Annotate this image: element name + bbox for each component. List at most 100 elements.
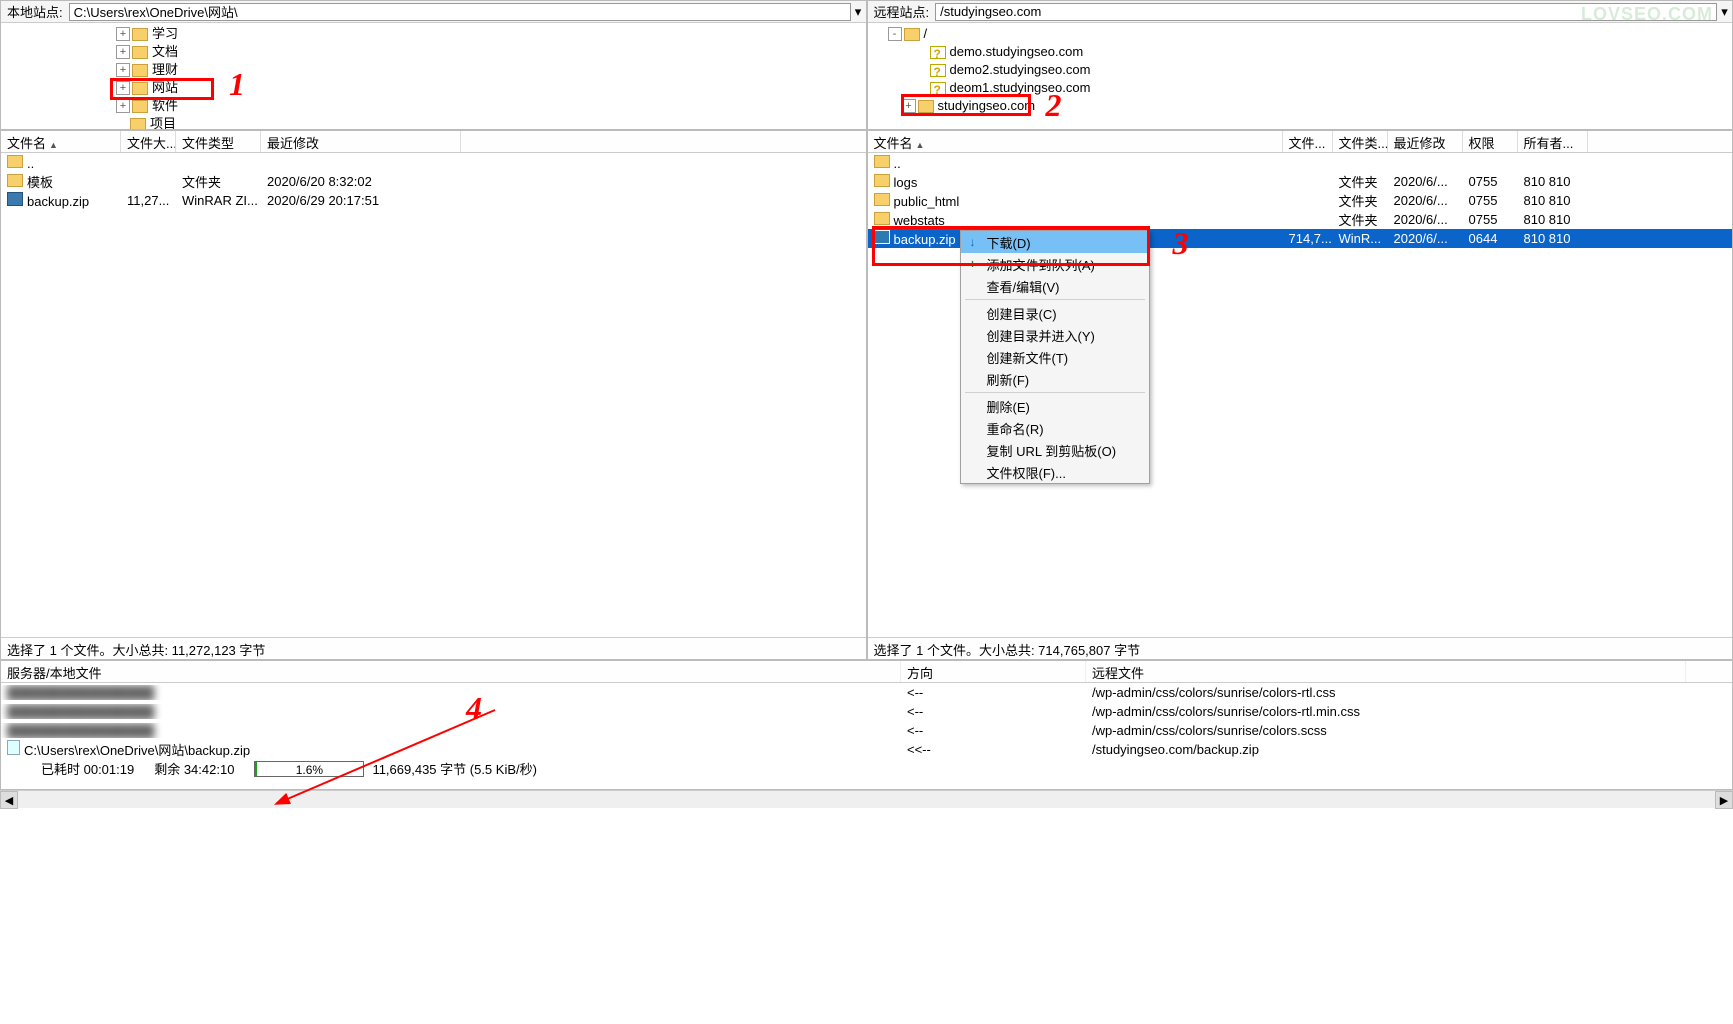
remaining-label: 剩余 34:42:10 xyxy=(154,759,234,778)
tree-item[interactable]: demo.studyingseo.com xyxy=(868,43,1733,61)
unknown-folder-icon xyxy=(930,46,946,59)
queue-remote-path: /wp-admin/css/colors/sunrise/colors-rtl.… xyxy=(1086,685,1686,700)
local-path-input[interactable] xyxy=(69,3,851,21)
col-owner[interactable]: 所有者... xyxy=(1518,131,1588,152)
tree-expander-icon[interactable]: + xyxy=(116,99,130,113)
annotation-box-3 xyxy=(872,226,1150,266)
tree-item[interactable]: +理财 xyxy=(1,61,866,79)
annotation-arrow-4 xyxy=(270,700,510,830)
col-name[interactable]: 文件名 xyxy=(874,136,913,151)
file-date: 2020/6/... xyxy=(1388,193,1463,208)
local-list-header[interactable]: 文件名▲ 文件大... 文件类型 最近修改 xyxy=(1,131,866,153)
col-perm[interactable]: 权限 xyxy=(1463,131,1518,152)
unknown-folder-icon xyxy=(930,64,946,77)
tree-expander-icon[interactable]: + xyxy=(116,63,130,77)
col-date[interactable]: 最近修改 xyxy=(261,131,461,152)
folder-icon xyxy=(7,174,23,187)
scroll-bar[interactable]: ◀ ▶ xyxy=(0,790,1733,808)
tree-expander-icon[interactable]: + xyxy=(116,27,130,41)
remote-list-header[interactable]: 文件名▲ 文件... 文件类... 最近修改 权限 所有者... xyxy=(868,131,1733,153)
queue-direction: <<-- xyxy=(901,742,1086,757)
progress-row: 已耗时 00:01:19 剩余 34:42:10 1.6% 11,669,435… xyxy=(1,759,1732,778)
menu-item[interactable]: 查看/编辑(V) xyxy=(961,275,1149,297)
file-name: .. xyxy=(894,156,901,171)
col-size[interactable]: 文件... xyxy=(1283,131,1333,152)
file-date: 2020/6/29 20:17:51 xyxy=(261,193,461,208)
menu-item-label: 文件权限(F)... xyxy=(987,463,1066,482)
local-tree[interactable]: +学习+文档+理财+网站+软件项目 xyxy=(1,23,866,129)
file-perm: 0644 xyxy=(1463,231,1518,246)
menu-item-label: 查看/编辑(V) xyxy=(987,277,1060,296)
tree-item-label: demo2.studyingseo.com xyxy=(950,61,1091,79)
col-type[interactable]: 文件类... xyxy=(1333,131,1388,152)
menu-item[interactable]: 刷新(F) xyxy=(961,368,1149,390)
watermark-text: LOVSEO.COM xyxy=(1581,4,1713,25)
file-name: 模板 xyxy=(27,175,53,190)
menu-item-label: 刷新(F) xyxy=(987,370,1030,389)
list-item[interactable]: logs 文件夹 2020/6/... 0755 810 810 xyxy=(868,172,1733,191)
queue-direction: <-- xyxy=(901,704,1086,719)
col-size[interactable]: 文件大... xyxy=(121,131,176,152)
col-date[interactable]: 最近修改 xyxy=(1388,131,1463,152)
queue-row[interactable]: ████████████████ <-- /wp-admin/css/color… xyxy=(1,702,1732,721)
folder-icon xyxy=(132,64,148,77)
tree-item[interactable]: 项目 xyxy=(1,115,866,129)
queue-row[interactable]: C:\Users\rex\OneDrive\网站\backup.zip <<--… xyxy=(1,740,1732,759)
file-date: 2020/6/... xyxy=(1388,174,1463,189)
list-item[interactable]: backup.zip 11,27... WinRAR ZI... 2020/6/… xyxy=(1,191,866,210)
queue-header[interactable]: 服务器/本地文件 方向 远程文件 xyxy=(1,661,1732,683)
list-item[interactable]: .. xyxy=(868,153,1733,172)
folder-icon xyxy=(132,46,148,59)
col-name[interactable]: 文件名 xyxy=(7,136,46,151)
folder-icon xyxy=(874,193,890,206)
scroll-right-icon[interactable]: ▶ xyxy=(1715,791,1733,809)
qcol-direction[interactable]: 方向 xyxy=(901,661,1086,682)
file-owner: 810 810 xyxy=(1518,174,1588,189)
queue-row[interactable]: ████████████████ <-- /wp-admin/css/color… xyxy=(1,721,1732,740)
list-item[interactable]: 模板 文件夹 2020/6/20 8:32:02 xyxy=(1,172,866,191)
file-size: 714,7... xyxy=(1283,231,1333,246)
menu-item-label: 重命名(R) xyxy=(987,419,1044,438)
tree-item[interactable]: demo2.studyingseo.com xyxy=(868,61,1733,79)
queue-row[interactable]: ████████████████ <-- /wp-admin/css/color… xyxy=(1,683,1732,702)
queue-direction: <-- xyxy=(901,723,1086,738)
file-date: 2020/6/20 8:32:02 xyxy=(261,174,461,189)
folder-icon xyxy=(132,28,148,41)
queue-direction: <-- xyxy=(901,685,1086,700)
tree-item[interactable]: +文档 xyxy=(1,43,866,61)
tree-item[interactable]: -/ xyxy=(868,25,1733,43)
file-owner: 810 810 xyxy=(1518,212,1588,227)
dropdown-icon[interactable]: ▾ xyxy=(1717,4,1732,20)
folder-icon xyxy=(132,100,148,113)
context-menu[interactable]: ↓下载(D)+添加文件到队列(A)查看/编辑(V)创建目录(C)创建目录并进入(… xyxy=(960,230,1150,484)
menu-item[interactable]: 复制 URL 到剪贴板(O) xyxy=(961,439,1149,461)
tree-expander-icon[interactable]: + xyxy=(116,45,130,59)
qcol-local[interactable]: 服务器/本地文件 xyxy=(1,661,901,682)
annotation-number-1: 1 xyxy=(229,66,245,103)
queue-body[interactable]: ████████████████ <-- /wp-admin/css/color… xyxy=(1,683,1732,789)
tree-expander-icon[interactable]: - xyxy=(888,27,902,41)
menu-item[interactable]: 重命名(R) xyxy=(961,417,1149,439)
file-owner: 810 810 xyxy=(1518,231,1588,246)
scroll-left-icon[interactable]: ◀ xyxy=(0,791,18,809)
list-item[interactable]: public_html 文件夹 2020/6/... 0755 810 810 xyxy=(868,191,1733,210)
menu-item[interactable]: 删除(E) xyxy=(961,395,1149,417)
menu-item-label: 复制 URL 到剪贴板(O) xyxy=(987,441,1117,460)
folder-icon xyxy=(130,118,146,130)
menu-item[interactable]: 创建新文件(T) xyxy=(961,346,1149,368)
file-owner: 810 810 xyxy=(1518,193,1588,208)
qcol-remote[interactable]: 远程文件 xyxy=(1086,661,1686,682)
list-item[interactable]: .. xyxy=(1,153,866,172)
dropdown-icon[interactable]: ▾ xyxy=(851,4,866,20)
elapsed-label: 已耗时 00:01:19 xyxy=(41,759,134,778)
menu-item[interactable]: 创建目录并进入(Y) xyxy=(961,324,1149,346)
queue-remote-path: /wp-admin/css/colors/sunrise/colors.scss xyxy=(1086,723,1686,738)
tree-item[interactable]: +学习 xyxy=(1,25,866,43)
menu-item[interactable]: 创建目录(C) xyxy=(961,302,1149,324)
local-list[interactable]: .. 模板 文件夹 2020/6/20 8:32:02 backup.zip 1… xyxy=(1,153,866,637)
menu-item[interactable]: 文件权限(F)... xyxy=(961,461,1149,483)
file-name: backup.zip xyxy=(27,194,89,209)
file-perm: 0755 xyxy=(1463,212,1518,227)
file-type: WinRAR ZI... xyxy=(176,193,261,208)
col-type[interactable]: 文件类型 xyxy=(176,131,261,152)
